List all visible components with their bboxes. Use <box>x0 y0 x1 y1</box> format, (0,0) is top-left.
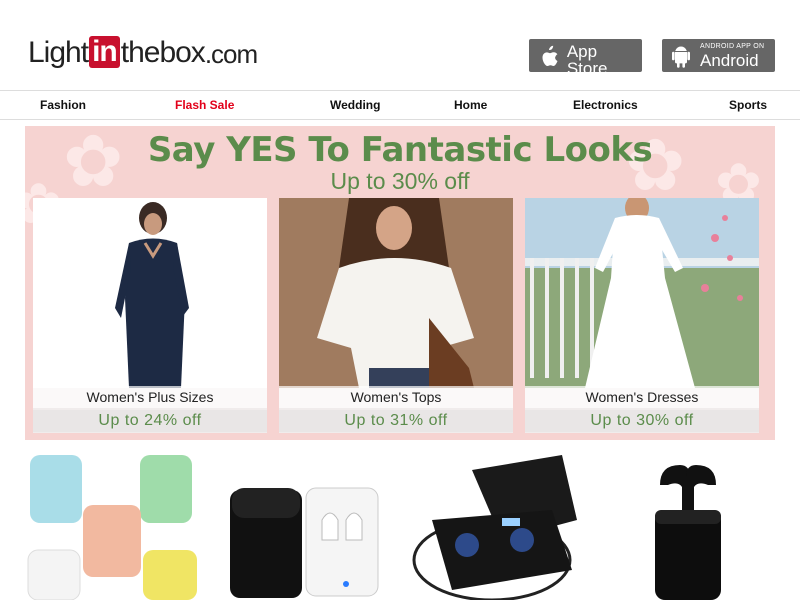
nav-item-wedding[interactable]: Wedding <box>330 98 380 112</box>
android-button[interactable]: ANDROID APP ON Android <box>662 39 775 72</box>
main-nav: Fashion Flash Sale Wedding Home Electron… <box>0 90 800 120</box>
product-black-earbuds[interactable] <box>610 450 790 600</box>
android-label: Android <box>700 50 759 70</box>
logo-thebox: thebox <box>120 36 206 69</box>
nav-item-sports[interactable]: Sports <box>729 98 767 112</box>
app-store-label: App Store <box>566 42 608 78</box>
android-icon <box>668 43 694 69</box>
logo-in: in <box>89 36 120 68</box>
category-card-dresses[interactable]: Women's Dresses Up to 30% off <box>525 198 759 433</box>
product-colorful-earbuds[interactable] <box>25 450 205 601</box>
android-small-label: ANDROID APP ON <box>700 42 765 50</box>
site-logo[interactable]: Light in thebox .com <box>28 34 258 70</box>
nav-item-electronics[interactable]: Electronics <box>573 98 638 112</box>
banner-title: Say YES To Fantastic Looks <box>147 130 653 170</box>
card-title: Women's Plus Sizes <box>33 386 267 408</box>
product-photo-plus-sizes <box>33 198 267 388</box>
product-black-white-earbuds[interactable] <box>222 450 402 600</box>
apple-icon <box>535 43 561 69</box>
nav-item-home[interactable]: Home <box>454 98 487 112</box>
app-store-button[interactable]: Download on the App Store <box>529 34 642 77</box>
category-card-tops[interactable]: Women's Tops Up to 31% off <box>279 198 513 433</box>
banner-subtitle: Up to 30% off <box>330 168 470 194</box>
product-photo-dresses <box>525 198 759 388</box>
logo-com: .com <box>204 39 258 69</box>
card-discount: Up to 30% off <box>525 410 759 432</box>
header: Light in thebox .com Download on the App St… <box>0 0 800 90</box>
product-photo-tops <box>279 198 513 388</box>
card-discount: Up to 24% off <box>33 410 267 432</box>
card-title: Women's Dresses <box>525 386 759 408</box>
nav-item-fashion[interactable]: Fashion <box>40 98 86 112</box>
logo-light: Light <box>28 36 89 69</box>
product-led-charging-earbuds[interactable] <box>412 450 592 602</box>
category-card-plus-sizes[interactable]: Women's Plus Sizes Up to 24% off <box>33 198 267 433</box>
nav-item-flash-sale[interactable]: Flash Sale <box>175 98 234 112</box>
card-discount: Up to 31% off <box>279 410 513 432</box>
app-store-small-label: Download on the <box>566 34 624 41</box>
promo-banner[interactable]: ✿ ✿ ✿ ✿ Say YES To Fantastic Looks Up to… <box>25 126 775 440</box>
card-title: Women's Tops <box>279 386 513 408</box>
